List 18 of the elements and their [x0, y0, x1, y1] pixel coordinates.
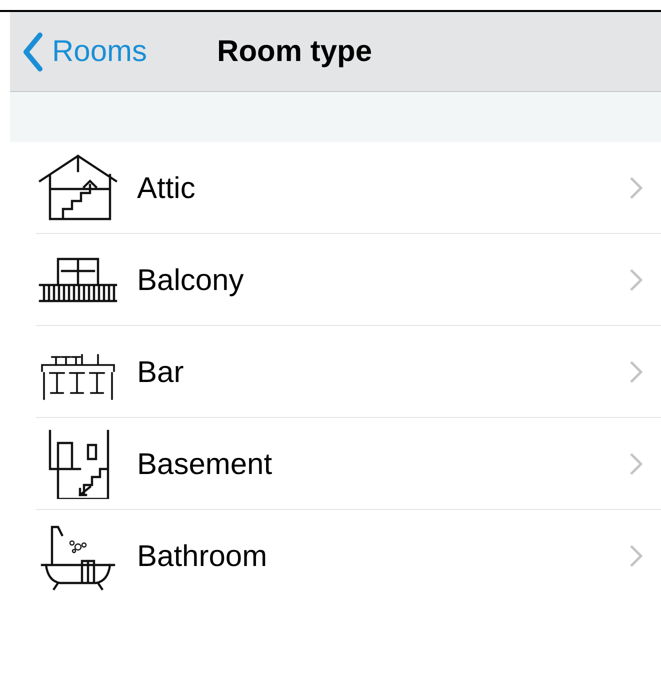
room-type-label: Bar	[137, 354, 184, 390]
chevron-right-icon	[629, 360, 643, 384]
room-type-row[interactable]: Bar	[10, 326, 661, 418]
room-type-label: Attic	[137, 170, 196, 206]
chevron-right-icon	[629, 268, 643, 292]
page-title: Room type	[217, 34, 372, 70]
room-type-label: Balcony	[137, 262, 244, 298]
chevron-right-icon	[629, 176, 643, 200]
chevron-right-icon	[629, 544, 643, 568]
room-type-row[interactable]: Balcony	[10, 234, 661, 326]
chevron-right-icon	[629, 452, 643, 476]
room-type-row[interactable]: Basement	[10, 418, 661, 510]
room-type-label: Basement	[137, 446, 272, 482]
chevron-left-icon	[22, 32, 44, 72]
room-type-row[interactable]: Bathroom	[10, 510, 661, 602]
room-type-label: Bathroom	[137, 538, 268, 574]
house-stairs-icon	[38, 153, 118, 223]
room-type-row[interactable]: Attic	[10, 142, 661, 234]
